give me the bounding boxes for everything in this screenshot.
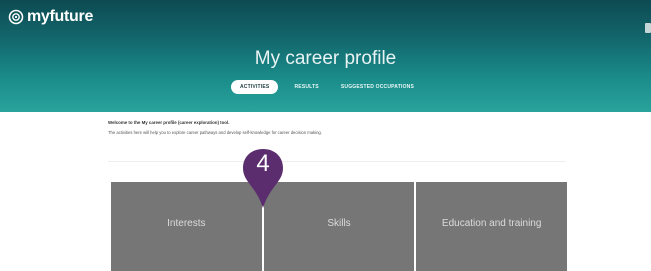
welcome-text: Welcome to the My career profile (career… [108, 120, 230, 125]
myfuture-logo[interactable]: myfuture [8, 8, 93, 26]
section-divider [108, 161, 566, 162]
profile-tabs: ACTIVITIES RESULTS SUGGESTED OCCUPATIONS [0, 80, 651, 94]
activity-cards: Interests Skills Education and training [111, 182, 568, 271]
logo-text: myfuture [27, 8, 94, 25]
card-skills[interactable]: Skills [263, 182, 415, 271]
card-label: Education and training [441, 218, 542, 229]
step-number: 4 [256, 150, 270, 177]
card-education-and-training[interactable]: Education and training [416, 182, 568, 271]
card-label: Interests [167, 218, 206, 229]
page-header: myfuture My career profile ACTIVITIES RE… [0, 0, 651, 112]
menu-icon[interactable] [645, 23, 651, 33]
intro-description: The activities here will help you to exp… [108, 130, 322, 135]
tab-results[interactable]: RESULTS [288, 81, 324, 93]
page-title: My career profile [254, 48, 397, 69]
card-label: Skills [327, 218, 351, 229]
tab-suggested-occupations[interactable]: SUGGESTED OCCUPATIONS [335, 81, 420, 93]
logo-mark-icon [8, 9, 24, 25]
tab-activities[interactable]: ACTIVITIES [230, 80, 279, 94]
